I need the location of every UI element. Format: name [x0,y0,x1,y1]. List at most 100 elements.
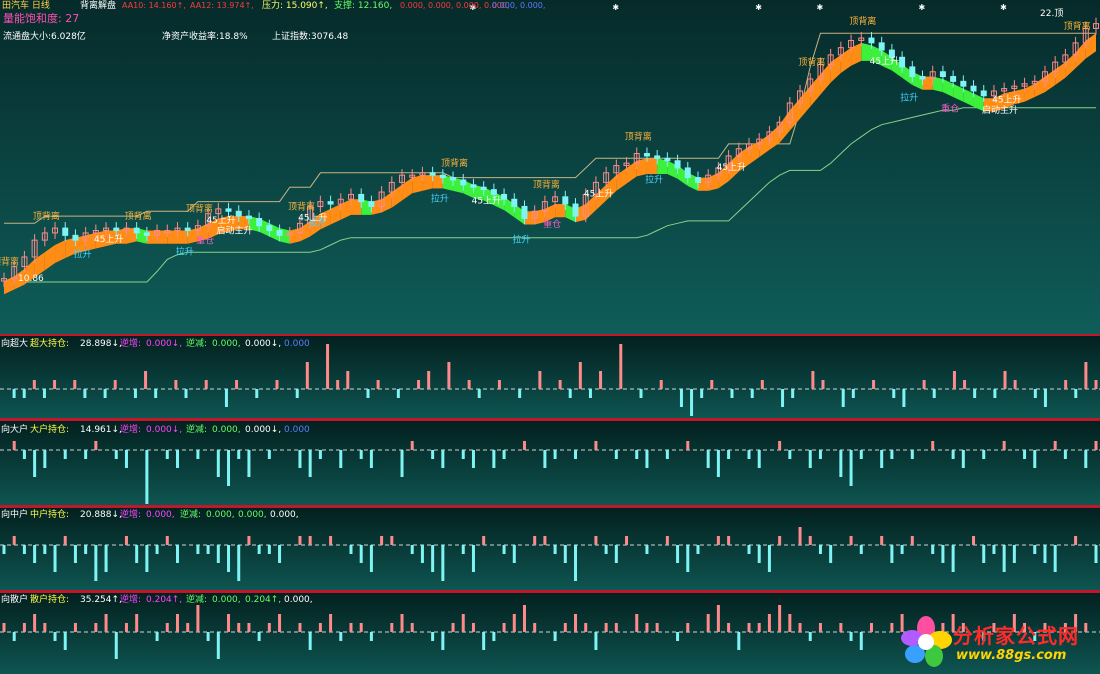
holding-bar [798,623,802,632]
logo-name: 分析家公式网 [953,624,1079,648]
holding-bar [880,450,884,468]
holding-bar [482,632,486,650]
holding-bar [390,536,394,545]
holding-bar [124,536,128,545]
candle [572,203,579,217]
holding-bar [33,450,37,477]
holding-bar [165,450,169,459]
holding-bar [380,536,384,545]
panel-dec-val: 0.000, [212,425,241,435]
holding-bar [568,389,572,398]
holding-bar [73,380,77,389]
holding-bar [574,450,578,459]
holding-bar [247,623,251,632]
holding-bar [811,371,815,389]
holding-bar [841,389,845,407]
holding-bar [42,389,46,398]
holding-bar [872,380,876,389]
candle [235,210,242,217]
top-marker: ✱ [919,3,926,12]
top-divergence-label: 顶背离 [441,157,468,169]
holding-bar [73,623,77,632]
holding-bar [471,450,475,468]
holding-bar [175,450,179,468]
holding-bar [2,545,6,554]
holding-bar [932,389,936,398]
holding-bar [467,380,471,389]
holding-bar [808,632,812,641]
top-divergence-label: 顶背离 [33,210,60,222]
holding-bar [420,545,424,563]
pull-up-label: 拉升 [645,173,663,185]
holding-bar [339,450,343,468]
holding-bar [558,380,562,389]
panel-extra2: 0.000, [284,595,313,605]
holding-bar [73,545,77,563]
holding-bar [1002,545,1006,572]
holding-bar [145,450,149,504]
panel-name: 大户持仓: [30,423,69,435]
rise45-label: 45上升 [717,162,746,173]
candle [480,186,487,191]
holding-bar [206,545,210,554]
holding-bar [451,623,455,632]
holding-bar [359,623,363,632]
holding-bar [931,441,935,450]
panel-value: 35.254↑, [80,595,122,605]
holding-bar [104,545,108,572]
holding-bar [778,441,782,450]
top-divergence-label: 顶背离 [125,210,152,222]
holding-bar [196,605,200,632]
holding-bar [144,371,148,389]
holding-bar [818,623,822,632]
holding-bar [982,450,986,459]
holding-bar [849,632,853,641]
holding-bar [346,371,350,389]
rise45-label: 45上升 [992,95,1021,106]
holding-bar [584,623,588,632]
ribbon-segment [422,175,433,191]
holding-bar [655,623,659,632]
panel-dec: 逆减: [186,337,207,349]
holding-bar [1033,545,1037,554]
holding-bar [2,623,6,632]
holding-bar [922,380,926,389]
holding-bar [22,389,26,398]
holding-bar [461,614,465,632]
holding-bar [778,605,782,632]
panel-extra2: 0.000, [270,510,299,520]
holding-bar [818,545,822,554]
holding-bar [502,623,506,632]
holding-bar [757,545,761,563]
holding-bar [578,362,582,389]
top-divergence-label: 顶背离 [1064,20,1091,32]
panel-inc-val: 0.000↓, [146,339,182,349]
holding-bar [791,389,795,398]
flower-logo-icon [901,616,952,667]
candle [694,177,701,183]
holding-bar [295,389,299,398]
holding-bar [145,545,149,572]
holding-bar [700,389,704,398]
holding-bar [94,441,98,450]
holding-bar [298,536,302,545]
holding-bar [1003,371,1007,389]
holding-bar [1053,441,1057,450]
holding-bar [267,545,271,554]
panel-dec-val: 0.000, [212,595,241,605]
holding-bar [696,545,700,554]
holding-bar [339,632,343,641]
holding-bar [553,545,557,554]
holding-bar [410,623,414,632]
holding-bar [750,389,754,398]
logo-url: www.88gs.com [956,648,1067,663]
holding-bar [376,380,380,389]
holding-bar [543,536,547,545]
holding-bar [533,536,537,545]
panel-inc-val: 0.000↓, [146,425,182,435]
holding-bar [482,536,486,545]
candle [654,155,661,159]
holding-bar [43,623,47,632]
holding-bar [588,389,592,398]
panel-title: 向大户 [1,423,28,435]
